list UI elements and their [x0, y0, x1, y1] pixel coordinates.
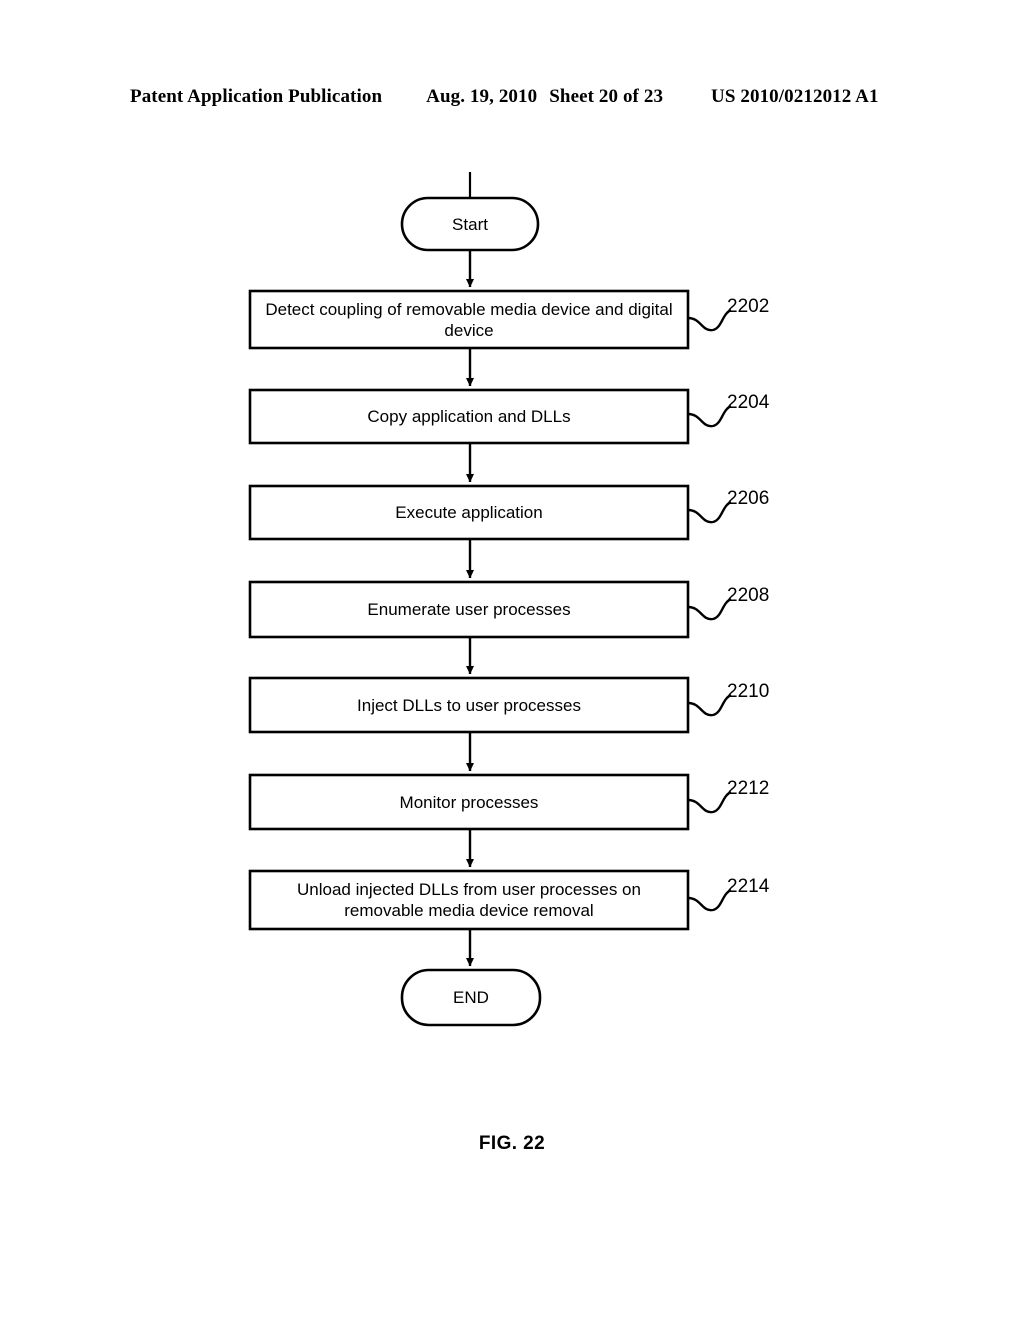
node-2202-label: Detect coupling of removable media devic… — [265, 299, 673, 340]
figure-caption: FIG. 22 — [478, 1133, 546, 1154]
node-2206-label: Execute application — [395, 503, 543, 522]
node-start-label: Start — [452, 214, 488, 234]
ref-number-2210: 2210 — [727, 681, 770, 702]
node-2208-label: Enumerate user processes — [367, 600, 571, 619]
leader-2212 — [687, 790, 732, 814]
ref-number-2214: 2214 — [727, 876, 770, 897]
leader-2214 — [687, 888, 732, 912]
leader-2210 — [687, 693, 732, 717]
leader-2204 — [687, 404, 732, 428]
node-end-label: END — [453, 988, 489, 1007]
node-2204-label: Copy application and DLLs — [367, 407, 571, 426]
node-2214-label: Unload injected DLLs from user processes… — [297, 880, 641, 920]
node-2212-label: Monitor processes — [399, 792, 539, 812]
leader-2202 — [687, 308, 732, 332]
flowchart: Start Detect coupling of removable media… — [0, 0, 1024, 1320]
node-2210-label: Inject DLLs to user processes — [357, 695, 581, 715]
leader-2206 — [687, 500, 732, 524]
ref-number-2204: 2204 — [727, 392, 770, 413]
ref-number-2212: 2212 — [727, 778, 770, 799]
leader-2208 — [687, 597, 732, 621]
ref-number-2202: 2202 — [727, 296, 770, 317]
ref-number-2208: 2208 — [727, 585, 770, 606]
ref-number-2206: 2206 — [727, 488, 770, 509]
